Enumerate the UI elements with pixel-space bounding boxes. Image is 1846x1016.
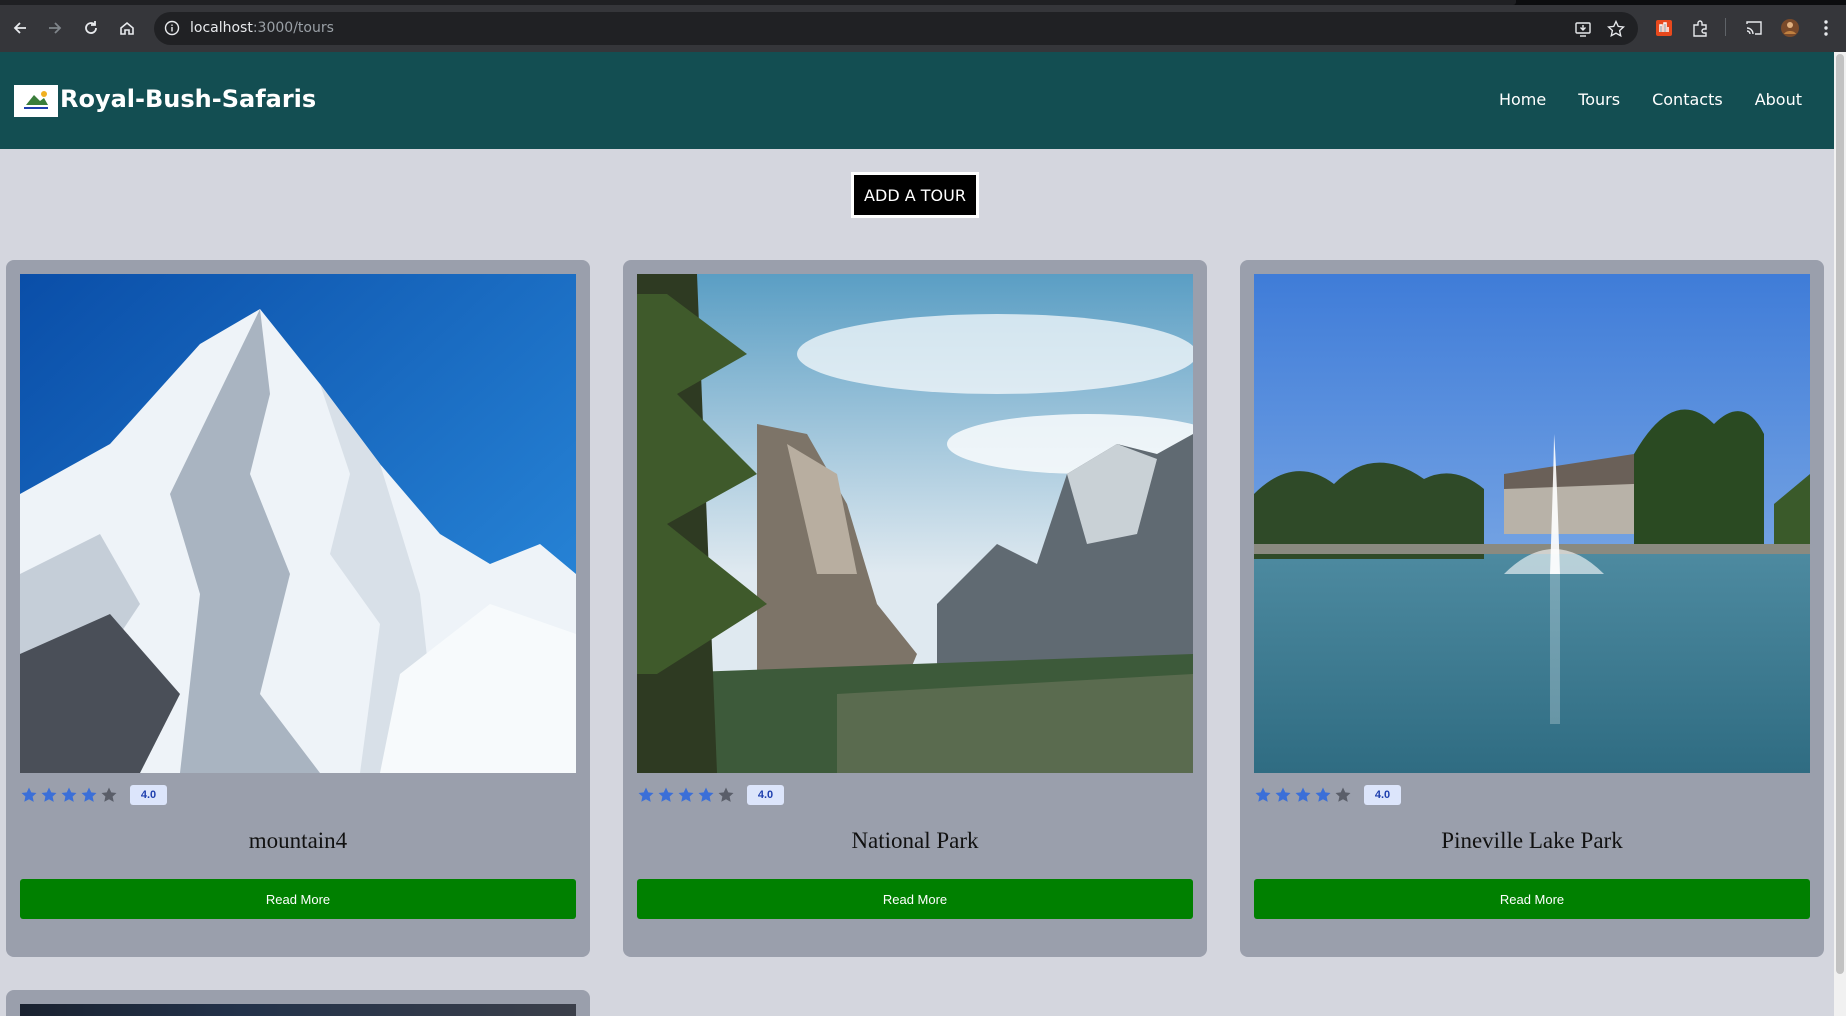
- tour-image: [20, 1004, 576, 1016]
- install-app-icon[interactable]: [1574, 20, 1592, 43]
- tour-image-mountain: [20, 274, 576, 773]
- rating: 4.0: [20, 784, 167, 806]
- read-more-button[interactable]: Read More: [1254, 879, 1810, 919]
- rating: 4.0: [637, 784, 784, 806]
- cast-icon[interactable]: [1740, 14, 1768, 42]
- star-filled-icon: [658, 787, 674, 802]
- page-scrollbar[interactable]: [1834, 52, 1846, 1016]
- star-filled-icon: [1255, 787, 1271, 802]
- page-content: Royal-Bush-Safaris Home Tours Contacts A…: [0, 52, 1834, 1016]
- browser-toolbar: localhost:3000/tours: [0, 5, 1846, 52]
- star-filled-icon: [21, 787, 37, 802]
- tour-title: Pineville Lake Park: [1441, 828, 1623, 853]
- star-empty-icon: [718, 787, 734, 802]
- nav-links: Home Tours Contacts About: [1499, 90, 1834, 109]
- tour-card: 4.0 mountain4 Read More: [6, 260, 590, 957]
- rating: 4.0: [1254, 784, 1401, 806]
- tour-title: mountain4: [248, 828, 348, 853]
- extensions-puzzle-icon[interactable]: [1686, 14, 1714, 42]
- star-empty-icon: [101, 787, 117, 802]
- site-navbar: Royal-Bush-Safaris Home Tours Contacts A…: [0, 52, 1834, 149]
- menu-kebab-icon[interactable]: [1812, 14, 1840, 42]
- star-filled-icon: [1315, 787, 1331, 802]
- tour-card: [6, 990, 590, 1016]
- tour-title: National Park: [851, 828, 979, 853]
- nav-tours[interactable]: Tours: [1578, 90, 1620, 109]
- back-icon[interactable]: [6, 14, 34, 42]
- star-empty-icon: [1335, 787, 1351, 802]
- site-info-icon[interactable]: [164, 20, 180, 41]
- read-more-button[interactable]: Read More: [637, 879, 1193, 919]
- forward-icon[interactable]: [41, 14, 69, 42]
- tour-card: 4.0 Pineville Lake Park Read More: [1240, 260, 1824, 957]
- reload-icon[interactable]: [77, 14, 105, 42]
- tour-card: 4.0 National Park Read More: [623, 260, 1207, 957]
- nav-about[interactable]: About: [1755, 90, 1802, 109]
- nav-home[interactable]: Home: [1499, 90, 1546, 109]
- home-icon[interactable]: [113, 14, 141, 42]
- star-filled-icon: [698, 787, 714, 802]
- star-filled-icon: [638, 787, 654, 802]
- extension-icon[interactable]: [1650, 14, 1678, 42]
- add-tour-button[interactable]: ADD A TOUR: [851, 172, 979, 218]
- bookmark-star-icon[interactable]: [1606, 19, 1626, 43]
- site-logo[interactable]: [14, 85, 58, 117]
- rating-badge: 4.0: [1364, 785, 1401, 805]
- star-filled-icon: [61, 787, 77, 802]
- tour-image-national-park: [637, 274, 1193, 773]
- star-filled-icon: [81, 787, 97, 802]
- star-filled-icon: [41, 787, 57, 802]
- tour-image-lake-park: [1254, 274, 1810, 773]
- nav-contacts[interactable]: Contacts: [1652, 90, 1723, 109]
- rating-badge: 4.0: [130, 785, 167, 805]
- rating-badge: 4.0: [747, 785, 784, 805]
- star-filled-icon: [1275, 787, 1291, 802]
- address-bar[interactable]: localhost:3000/tours: [154, 12, 1638, 45]
- url-text: localhost:3000/tours: [190, 20, 334, 36]
- star-filled-icon: [1295, 787, 1311, 802]
- profile-avatar[interactable]: [1776, 14, 1804, 42]
- read-more-button[interactable]: Read More: [20, 879, 576, 919]
- site-brand[interactable]: Royal-Bush-Safaris: [60, 85, 316, 113]
- star-filled-icon: [678, 787, 694, 802]
